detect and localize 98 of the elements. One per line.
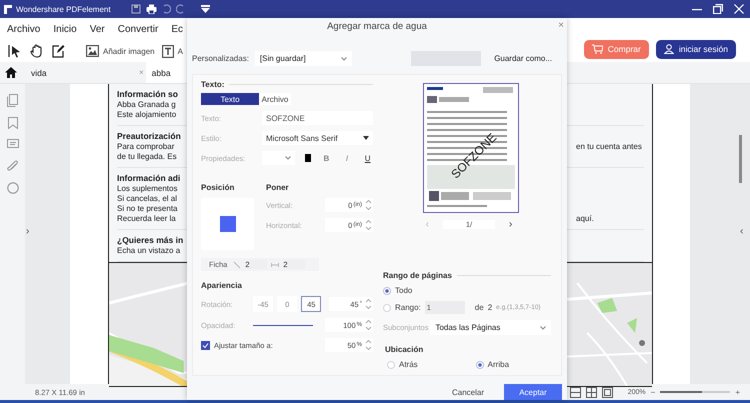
document-text: Para comprobar [117,142,176,152]
section-heading: Preautorización [117,130,181,142]
spinner-icon[interactable] [365,339,372,351]
document-tab[interactable]: vida [25,62,139,83]
menu-item[interactable]: Inicio [53,24,77,34]
select-arrow-icon[interactable] [8,44,21,58]
scrollbar-thumb[interactable] [739,135,742,183]
radio-button[interactable] [383,304,391,312]
page-total: 2 [488,303,492,312]
field-label: Personalizadas: [192,54,249,63]
document-text: Si no te presenta [117,204,178,214]
document-text: Los suplementos [117,184,178,194]
hand-icon[interactable] [30,44,43,58]
zoom-in-button[interactable]: + [735,388,740,396]
two-page-icon[interactable] [586,386,597,398]
spinner-icon[interactable] [365,219,372,231]
document-text: Abba Granada g [117,100,177,110]
comment-icon[interactable] [6,139,18,150]
spinner-icon[interactable] [365,199,372,211]
edit-icon[interactable] [52,44,65,58]
home-icon[interactable] [5,67,17,78]
source-tab[interactable]: Texto [201,93,259,105]
image-icon [86,45,99,57]
collapse-panel-icon[interactable]: ‹ [740,226,744,237]
menu-item[interactable]: Convertir [118,24,158,34]
section-heading: Ubicación [385,345,424,354]
text-field[interactable]: SOFZONE [262,111,373,125]
vertical-spacing-icon [233,260,242,268]
redo-icon[interactable] [176,4,185,14]
toolbar-button[interactable]: A [162,44,183,58]
bookmark-icon[interactable] [8,117,18,129]
menu-item[interactable]: Ec [171,24,183,34]
section-heading: Poner [266,183,290,192]
app-title: Wondershare PDFelement [16,4,112,14]
radio-label: Rango: [395,303,421,312]
position-grid[interactable] [201,198,254,250]
radio-label: Atrás [399,360,418,369]
radio-button[interactable] [387,360,395,368]
caret-icon [540,326,546,330]
paperclip-icon[interactable] [7,160,18,172]
section-heading: Posición [201,183,236,192]
section-heading: Apariencia [201,281,243,290]
close-icon[interactable] [734,4,744,14]
user-icon [664,44,674,54]
cancel-button[interactable]: Cancelar [439,384,497,400]
search-icon[interactable] [6,182,18,194]
caret-icon [363,136,369,140]
grid-view-icon[interactable] [602,386,613,398]
caret-icon [285,156,291,160]
spinner-icon[interactable] [365,319,372,331]
undo-icon[interactable] [162,4,171,14]
document-text: Si cancelas, el al [117,194,178,204]
continuous-page-icon[interactable] [570,386,581,398]
document-text: Echa un vistazo a [117,246,182,256]
text-box-icon [162,44,174,58]
document-text: en tu cuenta antes [576,142,643,152]
radio-button[interactable] [383,286,391,294]
expand-panel-icon[interactable]: › [26,226,30,237]
section-heading: Información adi [117,172,180,184]
zoom-out-button[interactable]: − [650,388,656,396]
print-icon[interactable] [146,4,157,14]
sign-in-button[interactable]: iniciar sesión [656,40,736,58]
section-heading: Información so [117,88,178,100]
color-swatch[interactable] [305,154,312,162]
restore-icon[interactable] [713,4,723,14]
section-heading: ¿Quieres más in [117,234,184,246]
app-logo-icon [4,4,12,14]
toolbar-button[interactable]: Añadir imagen [86,45,155,57]
menu-item[interactable]: Archivo [7,24,40,34]
menu-item[interactable]: Ver [90,24,105,34]
dialog-title: Agregar marca de agua [327,21,427,32]
document-text: de tu llegada. Es [117,152,178,162]
spinner-icon[interactable] [364,298,372,310]
radio-button[interactable] [476,360,484,368]
checkbox[interactable] [201,340,210,350]
preset-dropdown[interactable]: [Sin guardar] [254,51,352,66]
save-icon[interactable] [131,4,141,14]
accept-button[interactable]: Aceptar [504,384,562,400]
document-text: Recuerda leer la [117,214,177,224]
document-text: aquí. [576,214,595,224]
customize-icon[interactable] [201,5,210,13]
radio-label: Arriba [488,360,510,369]
source-tab[interactable]: Archivo [259,93,291,105]
section-heading: Rango de páginas [383,271,452,280]
next-page-button[interactable]: › [509,219,512,230]
radio-label: Todo [395,286,412,295]
font-dropdown[interactable]: Microsoft Sans Serif [262,131,373,145]
pages-icon[interactable] [7,94,18,107]
horizontal-spacing-icon [271,260,280,268]
range-of-label: de [474,303,484,312]
caret-icon [340,56,347,60]
position-marker[interactable] [220,216,236,232]
document-text: Este alojamiento [117,110,178,120]
subset-dropdown[interactable]: Todas las Páginas [430,320,551,335]
save-as-link[interactable]: Guardar como... [494,54,552,63]
cart-icon [592,44,603,54]
section-heading: Texto: [201,80,224,89]
format-button[interactable]: U [362,154,373,162]
